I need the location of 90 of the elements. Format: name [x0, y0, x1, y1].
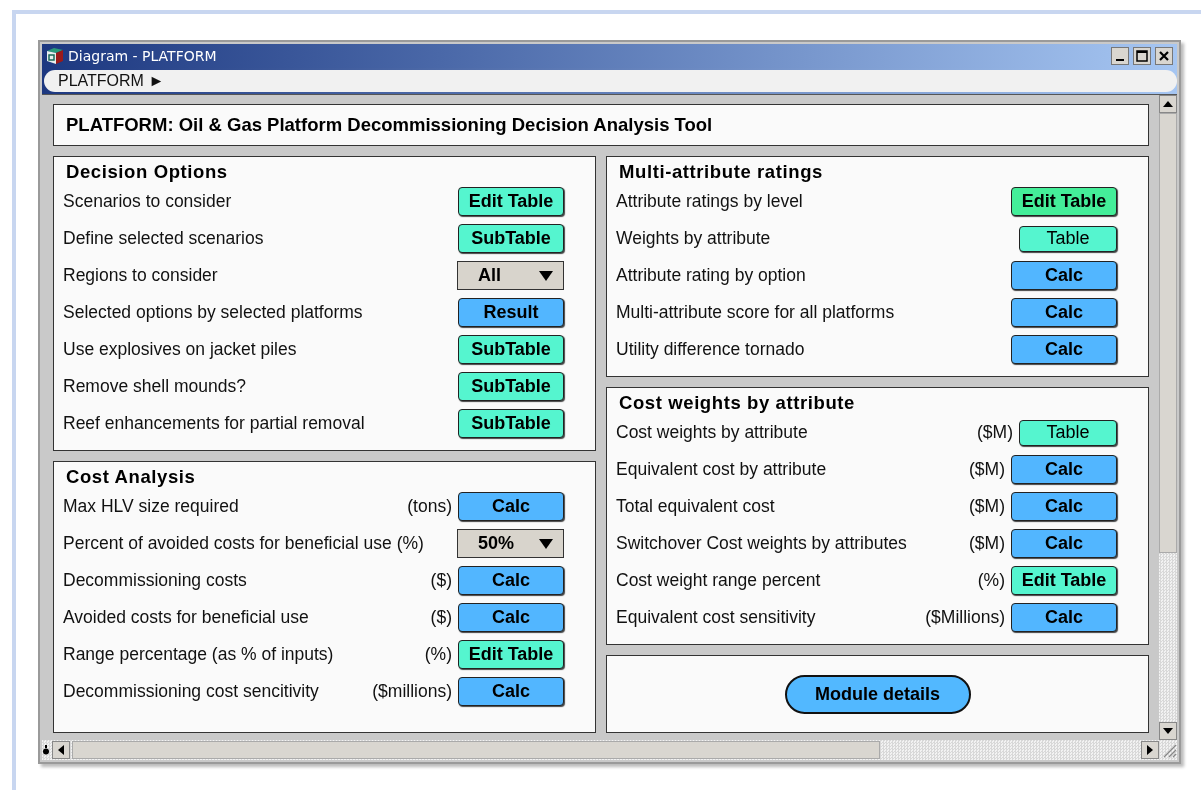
- vertical-scrollbar[interactable]: [1159, 95, 1177, 740]
- table-button[interactable]: Calc: [1011, 603, 1117, 632]
- row-label: Define selected scenarios: [63, 228, 265, 249]
- window-title: Diagram - PLATFORM: [68, 48, 218, 64]
- section-title: Cost weights by attribute: [618, 392, 855, 414]
- unit-label: ($M): [969, 496, 1005, 517]
- scroll-right-button[interactable]: [1141, 741, 1159, 759]
- row-label: Cost weight range percent: [616, 570, 822, 591]
- dropdown[interactable]: 50%: [457, 529, 564, 558]
- table-button[interactable]: Edit Table: [458, 187, 564, 216]
- row-label: Weights by attribute: [616, 228, 772, 249]
- close-icon: [1158, 50, 1170, 62]
- table-button[interactable]: Table: [1019, 225, 1117, 252]
- left-arrow-icon: [58, 745, 64, 755]
- row-label: Avoided costs for beneficial use: [63, 607, 310, 628]
- row-label: Decommissioning costs: [63, 570, 248, 591]
- row-label: Attribute rating by option: [616, 265, 807, 286]
- scroll-up-button[interactable]: [1159, 95, 1177, 113]
- breadcrumb[interactable]: PLATFORM ►: [58, 72, 165, 90]
- unit-label: (%): [424, 644, 452, 665]
- scroll-down-button[interactable]: [1159, 722, 1177, 740]
- down-arrow-icon: [1163, 728, 1173, 734]
- up-arrow-icon: [1163, 101, 1173, 107]
- row-label: Decommissioning cost sencitivity: [63, 681, 320, 702]
- close-button[interactable]: [1155, 47, 1173, 65]
- minimize-button[interactable]: [1111, 47, 1129, 65]
- table-button[interactable]: Calc: [1011, 455, 1117, 484]
- table-button[interactable]: Calc: [1011, 529, 1117, 558]
- row-label: Equivalent cost sensitivity: [616, 607, 817, 628]
- unit-label: ($M): [969, 459, 1005, 480]
- module-details-button[interactable]: Module details: [784, 674, 971, 714]
- row-label: Total equivalent cost: [616, 496, 776, 517]
- table-button[interactable]: Result: [458, 298, 564, 327]
- table-button[interactable]: Calc: [1011, 261, 1117, 290]
- scroll-left-button[interactable]: [52, 741, 70, 759]
- scrollbar-thumb[interactable]: [72, 741, 880, 759]
- row-label: Regions to consider: [63, 265, 219, 286]
- table-button[interactable]: Calc: [458, 677, 564, 706]
- maximize-icon: [1136, 50, 1148, 62]
- table-button[interactable]: Calc: [1011, 492, 1117, 521]
- table-button[interactable]: Edit Table: [1011, 566, 1117, 595]
- row-label: Equivalent cost by attribute: [616, 459, 828, 480]
- section-title: Multi-attribute ratings: [618, 161, 823, 183]
- row-label: Use explosives on jacket piles: [63, 339, 298, 360]
- table-button[interactable]: SubTable: [458, 335, 564, 364]
- table-button[interactable]: Calc: [458, 603, 564, 632]
- table-button[interactable]: Calc: [458, 566, 564, 595]
- section-title: Cost Analysis: [65, 466, 196, 488]
- row-label: Selected options by selected platforms: [63, 302, 364, 323]
- header-title: PLATFORM: Oil & Gas Platform Decommissioning Decision Analysis Tool: [66, 114, 713, 136]
- table-button[interactable]: Calc: [458, 492, 564, 521]
- unit-label: ($): [430, 607, 452, 628]
- unit-label: (tons): [407, 496, 452, 517]
- unit-label: ($Millions): [925, 607, 1005, 628]
- dropdown-arrow-icon: [539, 538, 553, 549]
- row-label: Range percentage (as % of inputs): [63, 644, 335, 665]
- maximize-button[interactable]: [1133, 47, 1151, 65]
- unit-label: ($): [430, 570, 452, 591]
- table-button[interactable]: Table: [1019, 419, 1117, 446]
- unit-label: ($millions): [372, 681, 452, 702]
- unit-label: ($M): [977, 422, 1013, 443]
- row-label: Attribute ratings by level: [616, 191, 804, 212]
- horizontal-scrollbar[interactable]: [42, 740, 1177, 760]
- table-button[interactable]: Edit Table: [1011, 187, 1117, 216]
- resize-grip-icon[interactable]: [1161, 742, 1177, 758]
- row-label: Reef enhancements for partial removal: [63, 413, 366, 434]
- row-label: Scenarios to consider: [63, 191, 233, 212]
- dropdown-arrow-icon: [539, 270, 553, 281]
- dropdown[interactable]: All: [457, 261, 564, 290]
- scrollbar-thumb[interactable]: [1159, 113, 1177, 553]
- table-button[interactable]: Calc: [1011, 298, 1117, 327]
- row-label: Cost weights by attribute: [616, 422, 809, 443]
- table-button[interactable]: Calc: [1011, 335, 1117, 364]
- table-button[interactable]: Edit Table: [458, 640, 564, 669]
- table-button[interactable]: SubTable: [458, 224, 564, 253]
- row-label: Percent of avoided costs for beneficial use (%): [63, 533, 425, 554]
- right-arrow-icon: [1147, 745, 1153, 755]
- row-label: Max HLV size required: [63, 496, 240, 517]
- unit-label: (%): [977, 570, 1005, 591]
- row-label: Switchover Cost weights by attributes: [616, 533, 908, 554]
- row-label: Utility difference tornado: [616, 339, 806, 360]
- minimize-icon: [1116, 59, 1124, 61]
- table-button[interactable]: SubTable: [458, 409, 564, 438]
- row-label: Multi-attribute score for all platforms: [616, 302, 896, 323]
- unit-label: ($M): [969, 533, 1005, 554]
- weight-icon: [42, 745, 50, 755]
- section-title: Decision Options: [65, 161, 228, 183]
- cube-icon: [46, 47, 64, 65]
- table-button[interactable]: SubTable: [458, 372, 564, 401]
- row-label: Remove shell mounds?: [63, 376, 247, 397]
